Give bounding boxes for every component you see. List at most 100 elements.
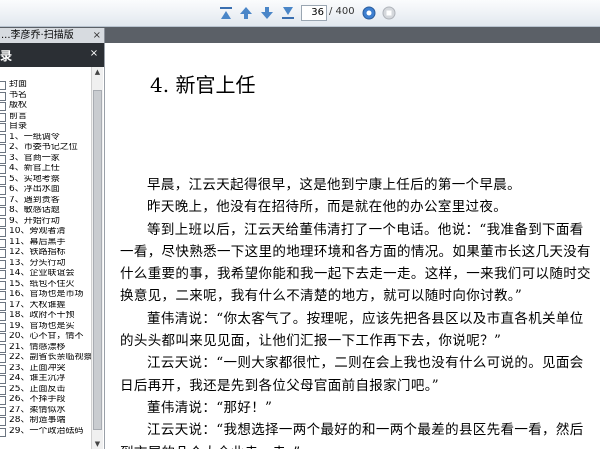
paragraph: 董伟清说：“你太客气了。按理呢，应该先把各县区以及市直各机关单位的头头都叫来见见… xyxy=(120,310,584,350)
toc-item[interactable]: 26、不择手段 xyxy=(0,395,92,406)
toc-item[interactable]: 5、实地考察 xyxy=(0,175,92,186)
toc-item[interactable]: 27、柔情似水 xyxy=(0,406,92,417)
toc-item[interactable]: 29、一个政治砝码 xyxy=(0,427,92,438)
bookmark-page-icon xyxy=(0,228,6,237)
toc-item[interactable]: 11、幕后黑手 xyxy=(0,238,92,249)
paragraph: 江云天说：“我想选择一两个最好的和一两个最差的县区先看一看，然后到市属的几个大企… xyxy=(120,422,584,449)
toc-item[interactable]: 版权 xyxy=(0,101,92,112)
toc-item[interactable]: 封面 xyxy=(0,80,92,91)
toc-item-label: 11、幕后黑手 xyxy=(9,237,66,247)
toc-item[interactable]: 17、大权谁握 xyxy=(0,301,92,312)
toc-item-label: 5、实地考察 xyxy=(9,174,60,184)
toc-item[interactable]: 12、铁路指标 xyxy=(0,248,92,259)
toc-item[interactable]: 13、分头行动 xyxy=(0,259,92,270)
paragraph: 等到上班以后，江云天给董伟清打了一个电话。他说：“我准备到下面看一看，尽快熟悉一… xyxy=(120,221,591,305)
bookmark-page-icon xyxy=(0,133,6,143)
bookmark-page-icon xyxy=(0,417,6,426)
toc-item[interactable]: 20、心不甘，情不 xyxy=(0,332,92,343)
bookmark-page-icon xyxy=(0,406,6,416)
toolbar: 36 / 400 xyxy=(0,0,600,27)
toc-item[interactable]: 25、正面反击 xyxy=(0,385,92,396)
chapter-title: 4. 新官上任 xyxy=(150,73,256,97)
toc-item[interactable]: 2、市委书记之位 xyxy=(0,143,92,154)
bookmark-page-icon xyxy=(0,175,6,185)
toc-item-label: 27、柔情似水 xyxy=(9,405,66,415)
bookmark-page-icon xyxy=(0,354,6,363)
close-tab-icon[interactable]: × xyxy=(93,28,101,43)
toc-list: 封面 书名 版权 前言 目录 1、一纸调令 2、市委书记之位 3、官商一家 4、新官上任 5、实地… xyxy=(0,80,92,437)
bookmark-page-icon xyxy=(0,186,6,195)
scroll-up-icon[interactable]: ▲ xyxy=(93,67,102,77)
toc-item[interactable]: 7、遇到贵客 xyxy=(0,196,92,207)
toc-item[interactable]: 3、官商一家 xyxy=(0,154,92,165)
toc-item[interactable]: 8、敏感话题 xyxy=(0,206,92,217)
bookmark-page-icon xyxy=(0,301,6,311)
toc-item-label: 4、新官上任 xyxy=(9,164,60,173)
bookmark-page-icon xyxy=(0,427,6,437)
toc-item[interactable]: 6、浮出水面 xyxy=(0,185,92,196)
toc-item[interactable]: 19、官场也是实 xyxy=(0,322,92,333)
go-icon[interactable] xyxy=(360,4,378,22)
toc-item-label: 21、情感漂移 xyxy=(9,342,66,352)
bookmark-page-icon xyxy=(0,249,6,258)
toc-item-label: 目录 xyxy=(9,122,28,131)
toc-item-label: 10、旁观者清 xyxy=(9,227,66,236)
toc-item[interactable]: 9、开始行动 xyxy=(0,217,92,228)
sidebar-close-icon[interactable]: × xyxy=(87,47,101,61)
toc-item-label: 13、分头行动 xyxy=(9,258,66,268)
bookmark-page-icon xyxy=(0,144,6,153)
toc-item[interactable]: 14、企业联谊会 xyxy=(0,269,92,280)
first-page-icon[interactable] xyxy=(217,4,235,22)
next-page-icon[interactable] xyxy=(258,4,276,22)
tab-strip: ...李彦乔·扫描版 × xyxy=(0,27,600,43)
bookmark-page-icon xyxy=(0,123,6,132)
toc-item[interactable]: 22、副省长亲临视察 xyxy=(0,353,92,364)
toc-item-label: 9、开始行动 xyxy=(9,216,60,226)
bookmark-page-icon xyxy=(0,364,6,374)
toc-item[interactable]: 28、制造事端 xyxy=(0,416,92,427)
toc-item[interactable]: 15、纸包不住火 xyxy=(0,280,92,291)
sidebar-scrollbar[interactable]: ▲ ▼ xyxy=(91,67,103,449)
bookmark-page-icon xyxy=(0,280,6,290)
bookmark-page-icon xyxy=(0,322,6,332)
document-page: 4. 新官上任 早晨，江云天起得很早，这是他到宁康上任后的第一个早晨。 昨天晚上，… xyxy=(105,43,600,449)
toc-item[interactable]: 18、政府不干预 xyxy=(0,311,92,322)
toc-item[interactable]: 目录 xyxy=(0,122,92,133)
paragraph: 昨天晚上，他没有在招待所，而是就在他的办公室里过夜。 xyxy=(147,199,508,216)
scrollbar-thumb[interactable] xyxy=(93,90,102,430)
toc-item-label: 版权 xyxy=(9,101,28,110)
paragraph: 董伟清说：“那好！” xyxy=(147,399,273,416)
toc-item[interactable]: 24、谁主沉浮 xyxy=(0,374,92,385)
stop-icon[interactable] xyxy=(380,4,398,22)
bookmark-page-icon xyxy=(0,259,6,269)
last-page-icon[interactable] xyxy=(279,4,297,22)
scroll-down-icon[interactable]: ▼ xyxy=(93,439,102,449)
document-tab-label: ...李彦乔·扫描版 xyxy=(1,30,74,41)
bookmark-page-icon xyxy=(0,196,6,206)
toc-item-label: 19、官场也是实 xyxy=(9,321,75,331)
bookmark-page-icon xyxy=(0,102,6,111)
page-number-input[interactable]: 36 xyxy=(301,5,327,21)
toc-item[interactable]: 1、一纸调令 xyxy=(0,133,92,144)
toc-item-label: 1、一纸调令 xyxy=(9,132,60,142)
toc-item-label: 17、大权谁握 xyxy=(9,300,66,310)
toc-item-label: 23、正面冲突 xyxy=(9,363,66,373)
toc-item[interactable]: 23、正面冲突 xyxy=(0,364,92,375)
paragraph: 早晨，江云天起得很早，这是他到宁康上任后的第一个早晨。 xyxy=(147,177,521,193)
bookmark-page-icon xyxy=(0,91,6,101)
toc-item[interactable]: 10、旁观者清 xyxy=(0,227,92,238)
toc-item-label: 26、不择手段 xyxy=(9,395,66,404)
toc-item-label: 14、企业联谊会 xyxy=(9,269,75,278)
toc-item[interactable]: 4、新官上任 xyxy=(0,164,92,175)
prev-page-icon[interactable] xyxy=(237,4,255,22)
toc-item-label: 2、市委书记之位 xyxy=(9,143,78,152)
toc-item[interactable]: 16、官场也是市场 xyxy=(0,290,92,301)
toc-item-label: 前言 xyxy=(9,111,28,121)
toc-item[interactable]: 书名 xyxy=(0,91,92,102)
document-tab[interactable]: ...李彦乔·扫描版 × xyxy=(0,28,105,43)
bookmark-page-icon xyxy=(0,270,6,279)
toc-item-label: 书名 xyxy=(9,90,28,100)
bookmark-page-icon xyxy=(0,396,6,405)
toc-item[interactable]: 前言 xyxy=(0,112,92,123)
toc-item[interactable]: 21、情感漂移 xyxy=(0,343,92,354)
